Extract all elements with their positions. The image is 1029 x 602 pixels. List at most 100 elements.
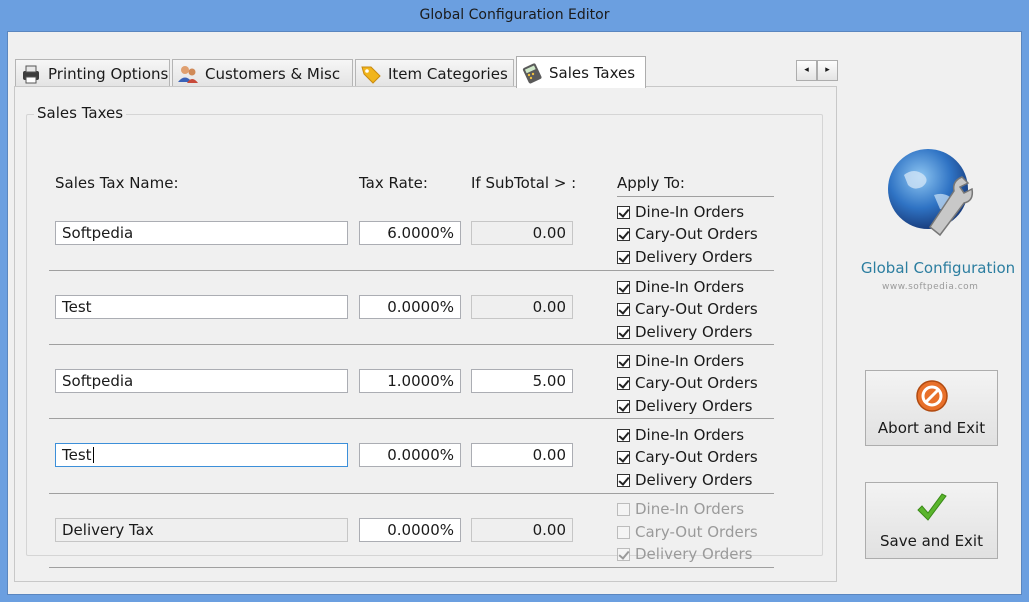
delivery-checkbox[interactable]: Delivery Orders [617,470,752,490]
checkbox-label: Delivery Orders [635,471,753,489]
checkbox-mark [617,250,630,264]
tab-label: Printing Options [48,64,169,83]
cary-out-checkbox[interactable]: Cary-Out Orders [617,224,758,244]
checkbox-mark [617,302,630,316]
side-title: Global Configuration [860,259,1016,277]
row-separator [49,493,774,494]
cary-out-checkbox: Cary-Out Orders [617,522,758,542]
header-tax-rate: Tax Rate: [359,174,428,192]
row-separator [49,344,774,345]
subtotal-input[interactable]: 0.00 [471,221,573,245]
save-exit-button[interactable]: Save and Exit [865,482,998,559]
subtotal-input[interactable]: 0.00 [471,295,573,319]
delivery-checkbox[interactable]: Delivery Orders [617,247,752,267]
cancel-icon [915,380,948,412]
customers-icon [178,65,198,83]
tax-name-input[interactable]: Softpedia [55,221,348,245]
tag-icon [361,66,381,84]
delivery-checkbox: Delivery Orders [617,544,752,564]
checkbox-mark [617,325,630,339]
checkbox-mark [617,205,630,219]
cary-out-checkbox[interactable]: Cary-Out Orders [617,373,758,393]
abort-button-label: Abort and Exit [877,419,986,437]
tax-name-input[interactable]: Test [55,295,348,319]
tab-sales-taxes[interactable]: Sales Taxes [516,56,646,88]
delivery-checkbox[interactable]: Delivery Orders [617,322,752,342]
tab-label: Item Categories [388,64,508,83]
checkbox-label: Cary-Out Orders [635,374,758,392]
tax-rate-input[interactable]: 6.0000% [359,221,461,245]
checkbox-mark [617,547,630,561]
checkbox-label: Cary-Out Orders [635,448,758,466]
checkbox-mark [617,525,630,539]
checkbox-label: Dine-In Orders [635,203,745,221]
header-apply-to: Apply To: [617,174,685,192]
row-separator [49,270,774,271]
checkbox-mark [617,280,630,294]
dine-in-checkbox[interactable]: Dine-In Orders [617,277,744,297]
checkbox-mark [617,502,630,516]
dine-in-checkbox: Dine-In Orders [617,499,744,519]
tax-rate-input[interactable]: 1.0000% [359,369,461,393]
printer-icon [23,65,39,83]
app-window: Global Configuration Editor Printing Opt… [0,0,1029,602]
tax-name-input[interactable]: Test [55,443,348,467]
checkbox-label: Cary-Out Orders [635,523,758,541]
header-subtotal: If SubTotal > : [471,174,577,192]
tab-printing-options[interactable]: Printing Options [15,59,170,87]
checkbox-label: Delivery Orders [635,545,753,563]
watermark: www.softpedia.com [882,282,979,292]
subtotal-input[interactable]: 5.00 [471,369,573,393]
client-area: Printing Options Customers & Misc Item C… [7,31,1022,595]
tab-label: Sales Taxes [549,63,636,82]
header-separator [617,196,774,197]
cary-out-checkbox[interactable]: Cary-Out Orders [617,447,758,467]
tab-scroll-left-button[interactable]: ◂ [796,60,817,81]
checkbox-mark [617,399,630,413]
subtotal-input[interactable]: 0.00 [471,518,573,542]
checkbox-mark [617,473,630,487]
checkbox-label: Dine-In Orders [635,278,745,296]
checkbox-label: Dine-In Orders [635,500,745,518]
group-label: Sales Taxes [34,104,127,122]
subtotal-input[interactable]: 0.00 [471,443,573,467]
tab-scroll-right-button[interactable]: ▸ [817,60,838,81]
sales-taxes-panel: Sales Taxes Sales Tax Name: Tax Rate: If… [14,86,837,582]
checkbox-label: Dine-In Orders [635,352,745,370]
tax-name-input[interactable]: Delivery Tax [55,518,348,542]
checkbox-label: Cary-Out Orders [635,300,758,318]
checkbox-mark [617,450,630,464]
calculator-icon [522,62,542,83]
tab-item-categories[interactable]: Item Categories [355,59,514,87]
save-button-label: Save and Exit [880,532,983,550]
window-title: Global Configuration Editor [0,0,1029,30]
text-caret [92,447,94,463]
dine-in-checkbox[interactable]: Dine-In Orders [617,202,744,222]
tax-rate-input[interactable]: 0.0000% [359,295,461,319]
tax-rate-input[interactable]: 0.0000% [359,443,461,467]
checkmark-icon [916,493,947,521]
checkbox-label: Delivery Orders [635,248,753,266]
dine-in-checkbox[interactable]: Dine-In Orders [617,351,744,371]
row-separator [49,567,774,568]
abort-exit-button[interactable]: Abort and Exit [865,370,998,446]
dine-in-checkbox[interactable]: Dine-In Orders [617,425,744,445]
checkbox-label: Delivery Orders [635,323,753,341]
checkbox-label: Dine-In Orders [635,426,745,444]
checkbox-label: Delivery Orders [635,397,753,415]
row-separator [49,418,774,419]
tax-name-input[interactable]: Softpedia [55,369,348,393]
tab-customers-misc[interactable]: Customers & Misc [172,59,353,87]
cary-out-checkbox[interactable]: Cary-Out Orders [617,299,758,319]
checkbox-mark [617,227,630,241]
tax-name-value: Test [62,446,92,464]
checkbox-label: Cary-Out Orders [635,225,758,243]
delivery-checkbox[interactable]: Delivery Orders [617,396,752,416]
tab-scroll-buttons: ◂ ▸ [796,60,838,81]
checkbox-mark [617,428,630,442]
checkbox-mark [617,376,630,390]
tab-label: Customers & Misc [205,64,341,83]
tax-rate-input[interactable]: 0.0000% [359,518,461,542]
globe-wrench-icon [888,149,974,237]
header-tax-name: Sales Tax Name: [55,174,179,192]
